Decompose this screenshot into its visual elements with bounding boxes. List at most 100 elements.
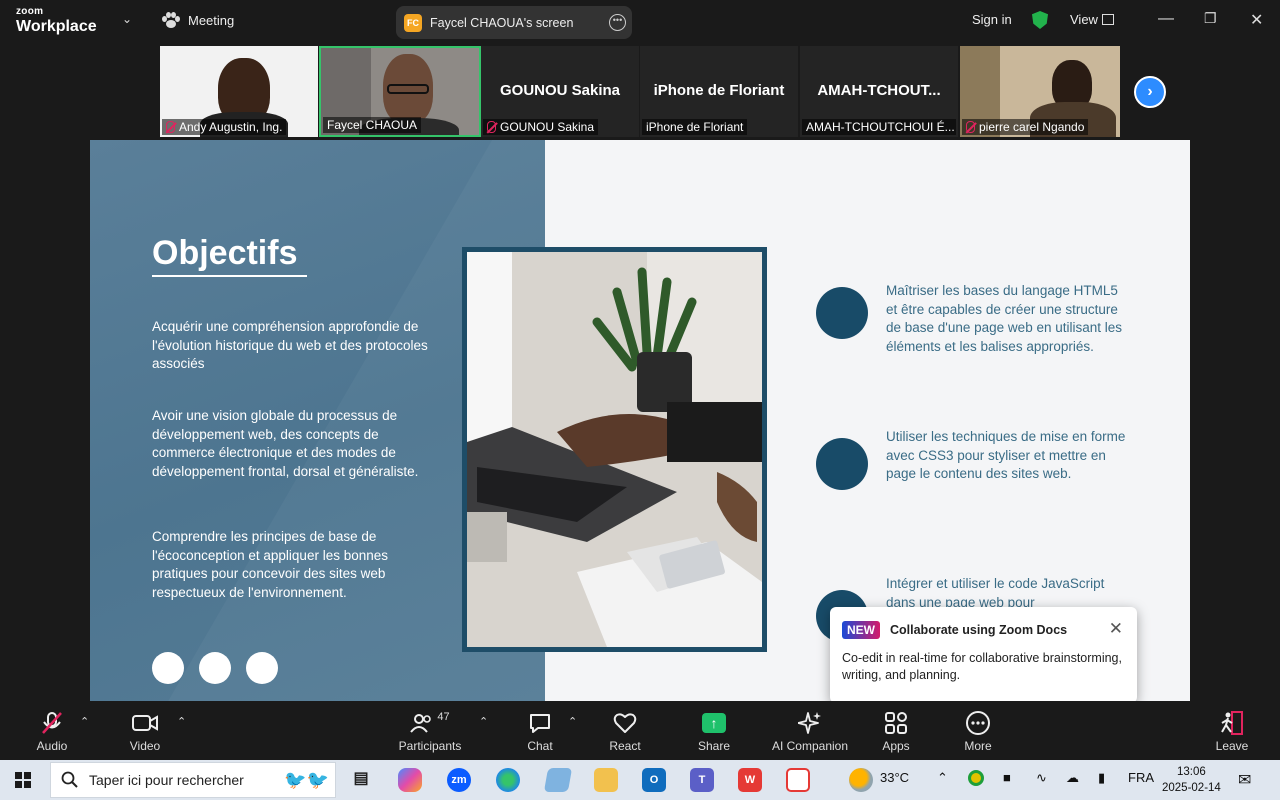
clock[interactable]: 13:06 2025-02-14 <box>1162 764 1221 796</box>
chat-icon <box>524 709 556 737</box>
more-button[interactable]: More <box>960 709 996 753</box>
view-button[interactable]: View <box>1070 12 1098 27</box>
outlook-icon[interactable]: O <box>642 768 666 792</box>
ai-companion-button[interactable]: AI Companion <box>768 709 852 753</box>
chat-caret-icon[interactable]: ⌃ <box>568 715 577 728</box>
participant-tile[interactable]: Andy Augustin, Ing. <box>160 46 318 137</box>
view-grid-icon[interactable] <box>1102 14 1114 25</box>
zoom-logo[interactable]: zoom Workplace <box>16 7 97 35</box>
participant-tile[interactable]: iPhone de Floriant iPhone de Floriant <box>640 46 798 137</box>
meeting-label: Meeting <box>188 12 235 28</box>
participant-name: Faycel CHAOUA <box>323 117 422 133</box>
participant-tile[interactable]: AMAH-TCHOUT... AMAH-TCHOUTCHOUI É... <box>800 46 958 137</box>
participant-tile-active[interactable]: Faycel CHAOUA <box>319 46 481 137</box>
participant-name: AMAH-TCHOUTCHOUI É... <box>802 119 956 135</box>
chevron-down-icon[interactable]: ⌄ <box>122 12 132 26</box>
participant-name: Andy Augustin, Ing. <box>162 119 287 135</box>
wps-office-icon[interactable]: W <box>738 768 762 792</box>
participant-display-name: GOUNOU Sakina <box>499 82 621 99</box>
more-dots-icon <box>960 709 996 737</box>
zoom-docs-notification[interactable]: NEW Collaborate using Zoom Docs ✕ Co-edi… <box>830 607 1137 703</box>
temperature-text[interactable]: 33°C <box>880 770 909 785</box>
search-icon <box>61 771 78 788</box>
video-button[interactable]: Video <box>124 709 166 753</box>
taskbar-search-input[interactable]: Taper ici pour rechercher 🐦🐦 <box>50 762 336 798</box>
participants-caret-icon[interactable]: ⌃ <box>479 715 488 728</box>
meeting-menu-button[interactable]: Meeting <box>162 12 234 28</box>
audio-options-caret-icon[interactable]: ⌃ <box>80 715 89 728</box>
objective-text: Comprendre les principes de base de l'éc… <box>152 529 388 600</box>
share-title: Faycel CHAOUA's screen <box>430 15 574 30</box>
share-screen-button[interactable]: ↑ Share <box>696 709 732 753</box>
decorative-dot <box>246 652 278 684</box>
leave-door-icon <box>1214 709 1250 737</box>
close-window-icon[interactable]: ✕ <box>1250 10 1263 30</box>
audio-button[interactable]: Audio <box>32 709 72 753</box>
decorative-dot <box>152 652 184 684</box>
weather-icon[interactable] <box>849 768 873 792</box>
paint-app-icon[interactable] <box>786 768 810 792</box>
participant-name: pierre carel Ngando <box>962 119 1089 135</box>
participant-tile[interactable]: GOUNOU Sakina GOUNOU Sakina <box>481 46 639 137</box>
zoom-app-icon[interactable]: zm <box>447 768 471 792</box>
participant-tile[interactable]: pierre carel Ngando <box>960 46 1120 137</box>
task-view-icon[interactable]: ▤ <box>349 768 373 792</box>
paw-icon <box>162 12 180 28</box>
decorative-dot <box>199 652 231 684</box>
restore-icon[interactable]: ❐ <box>1204 10 1217 27</box>
cloud-sync-icon[interactable]: ☁ <box>1066 770 1079 786</box>
wifi-icon[interactable]: ∿ <box>1036 770 1047 786</box>
edge-browser-icon[interactable] <box>496 768 520 792</box>
objective-text: Acquérir une compréhension approfondie d… <box>152 319 428 371</box>
share-arrow-icon: ↑ <box>702 713 726 733</box>
apps-button[interactable]: Apps <box>878 709 914 753</box>
participant-name: iPhone de Floriant <box>642 119 748 135</box>
next-page-arrow-icon[interactable]: › <box>1134 76 1166 108</box>
participant-strip: Andy Augustin, Ing. Faycel CHAOUA GOUNOU… <box>160 46 1120 138</box>
file-explorer-icon[interactable] <box>594 768 618 792</box>
participant-display-name: iPhone de Floriant <box>653 82 785 99</box>
teams-icon[interactable]: T <box>690 768 714 792</box>
copilot-icon[interactable] <box>398 768 422 792</box>
objective-text: Utiliser les techniques de mise en forme… <box>886 429 1126 481</box>
clock-time: 13:06 <box>1177 766 1206 778</box>
participants-button[interactable]: 47 Participants <box>396 709 464 753</box>
chat-button[interactable]: Chat <box>524 709 556 753</box>
muted-mic-icon <box>966 121 975 133</box>
tray-app-icon[interactable] <box>968 770 984 786</box>
new-badge: NEW <box>842 621 880 639</box>
leave-button[interactable]: Leave <box>1214 709 1250 753</box>
laptop-app-icon[interactable] <box>543 768 573 792</box>
muted-mic-icon <box>166 121 175 133</box>
minimize-icon[interactable]: — <box>1158 10 1174 28</box>
video-options-caret-icon[interactable]: ⌃ <box>177 715 186 728</box>
logo-line1: zoom <box>16 6 44 17</box>
popup-title: Collaborate using Zoom Docs <box>890 623 1068 637</box>
participant-display-name: AMAH-TCHOUT... <box>817 82 941 99</box>
sign-in-link[interactable]: Sign in <box>972 12 1012 27</box>
close-icon[interactable]: ✕ <box>1109 619 1123 639</box>
screen-share-indicator[interactable]: FC Faycel CHAOUA's screen ••• <box>396 6 632 39</box>
search-placeholder: Taper ici pour rechercher <box>89 772 244 788</box>
muted-mic-icon <box>487 121 496 133</box>
chevron-up-icon[interactable]: ⌃ <box>937 770 948 786</box>
zoom-window: zoom Workplace ⌄ Meeting FC Faycel CHAOU… <box>0 0 1280 760</box>
top-bar: zoom Workplace ⌄ Meeting FC Faycel CHAOU… <box>0 0 1280 44</box>
camera-tray-icon[interactable]: ■ <box>1003 770 1011 785</box>
objective-text: Avoir une vision globale du processus de… <box>152 408 419 479</box>
apps-icon <box>878 709 914 737</box>
windows-start-icon[interactable] <box>15 772 31 788</box>
bullet-circle <box>816 287 868 339</box>
birds-search-highlight-icon: 🐦🐦 <box>284 769 329 790</box>
react-button[interactable]: React <box>606 709 644 753</box>
heart-icon <box>606 709 644 737</box>
popup-body: Co-edit in real-time for collaborative b… <box>842 651 1122 682</box>
security-shield-icon[interactable] <box>1032 11 1048 29</box>
slide-title: Objectifs <box>152 234 308 277</box>
language-indicator[interactable]: FRA <box>1128 770 1154 785</box>
more-options-icon[interactable]: ••• <box>609 14 626 31</box>
meeting-toolbar: Audio ⌃ Video ⌃ 47 Participants ⌃ Chat ⌃ <box>0 701 1280 760</box>
logo-line2: Workplace <box>16 18 97 35</box>
notification-center-icon[interactable]: ✉ <box>1238 770 1251 790</box>
microphone-tray-icon[interactable]: ▮ <box>1098 770 1105 786</box>
